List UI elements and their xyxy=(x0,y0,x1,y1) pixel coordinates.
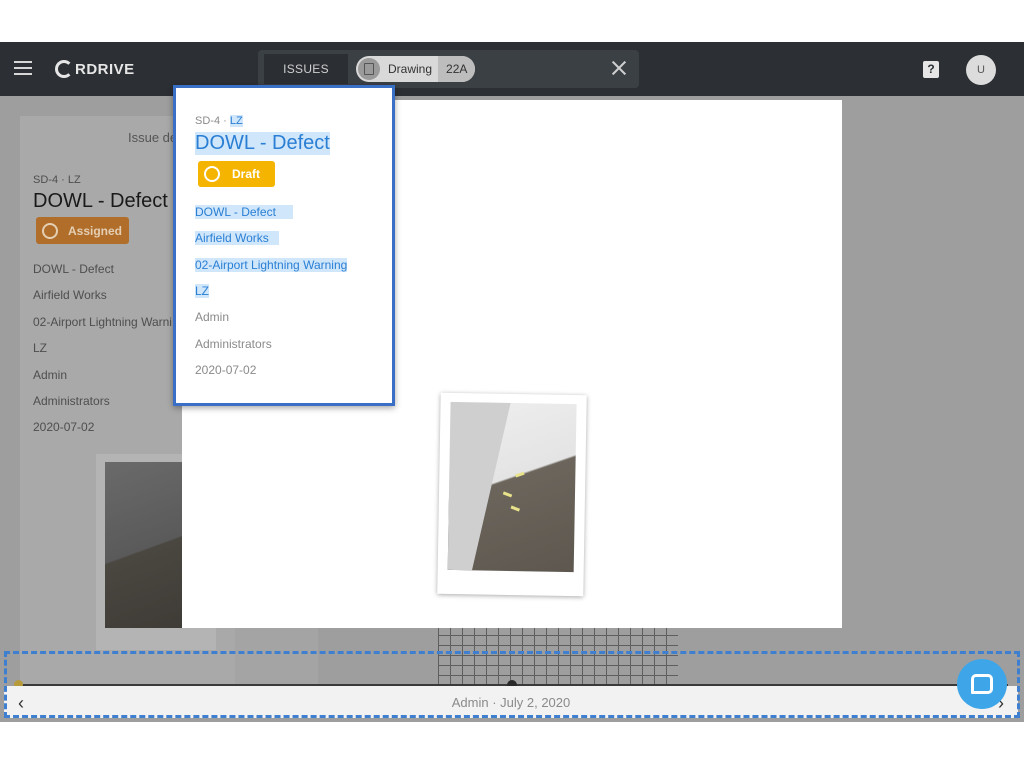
issue-id: SD-4 · xyxy=(195,115,230,127)
issue-photo[interactable] xyxy=(437,392,587,597)
issue-title: DOWL - Defect xyxy=(195,132,330,155)
background-field: DOWL - Defect xyxy=(33,262,114,276)
issue-detail-card: SD-4 · LZ DOWL - Defect Draft DOWL - Def… xyxy=(173,85,395,406)
background-field: Airfield Works xyxy=(33,288,107,302)
drawing-icon xyxy=(358,58,380,80)
background-card-heading: Issue de xyxy=(128,130,178,145)
timeline-footer: ‹ Admin · July 2, 2020 › xyxy=(4,686,1018,718)
background-field: 02-Airport Lightning Warni xyxy=(33,315,172,329)
status-ring-icon xyxy=(204,166,220,182)
field-group: Administrators xyxy=(195,337,272,351)
issue-meta: SD-4 · LZ xyxy=(195,115,243,127)
timeline-caption: Admin · July 2, 2020 xyxy=(451,695,571,710)
background-issue-meta: SD-4 · LZ xyxy=(33,174,81,186)
brand-name: RDRIVE xyxy=(75,60,135,78)
floor-plan-drawing xyxy=(438,626,678,686)
user-avatar[interactable]: U xyxy=(966,55,996,85)
background-issue-title: DOWL - Defect xyxy=(33,190,168,212)
menu-icon[interactable] xyxy=(14,61,32,75)
field-drawing: 02-Airport Lightning Warning xyxy=(195,258,348,272)
drawing-filter-count: 22A xyxy=(438,56,476,82)
help-icon[interactable]: ? xyxy=(923,61,939,78)
brand-logo[interactable]: RDRIVE xyxy=(55,58,135,80)
chat-icon xyxy=(971,674,993,694)
background-status-badge: Assigned xyxy=(36,217,129,244)
brand-logo-icon xyxy=(55,60,73,78)
field-issue-type-value: DOWL - Defect xyxy=(195,205,276,219)
field-zone-value: LZ xyxy=(195,284,210,298)
field-date: 2020-07-02 xyxy=(195,363,257,377)
field-category-value: Airfield Works xyxy=(195,231,269,245)
field-category: Airfield Works xyxy=(195,231,279,245)
field-zone: LZ xyxy=(195,284,210,298)
background-field: Administrators xyxy=(33,394,110,408)
tab-issues[interactable]: ISSUES xyxy=(264,54,348,84)
app-area: RDRIVE ISSUES Drawing 22A ? U Issue de S… xyxy=(0,42,1024,722)
background-field: LZ xyxy=(33,341,48,355)
status-ring-icon xyxy=(42,222,58,239)
background-field: Admin xyxy=(33,368,68,382)
drawing-filter-chip[interactable]: Drawing 22A xyxy=(356,56,476,82)
issue-search-bar[interactable]: ISSUES Drawing 22A xyxy=(258,50,639,88)
top-bar: RDRIVE ISSUES Drawing 22A ? U xyxy=(0,42,1024,96)
field-issue-type: DOWL - Defect xyxy=(195,205,293,219)
close-icon[interactable] xyxy=(611,60,627,76)
status-label: Draft xyxy=(232,167,261,181)
background-field: 2020-07-02 xyxy=(33,420,95,434)
field-author: Admin xyxy=(195,310,230,324)
drawing-filter-label: Drawing xyxy=(388,62,433,76)
background-status-label: Assigned xyxy=(68,223,123,238)
status-badge[interactable]: Draft xyxy=(198,161,275,187)
issue-zone: LZ xyxy=(229,115,243,127)
field-drawing-value: 02-Airport Lightning Warning xyxy=(195,258,348,272)
chat-button[interactable] xyxy=(957,659,1007,709)
